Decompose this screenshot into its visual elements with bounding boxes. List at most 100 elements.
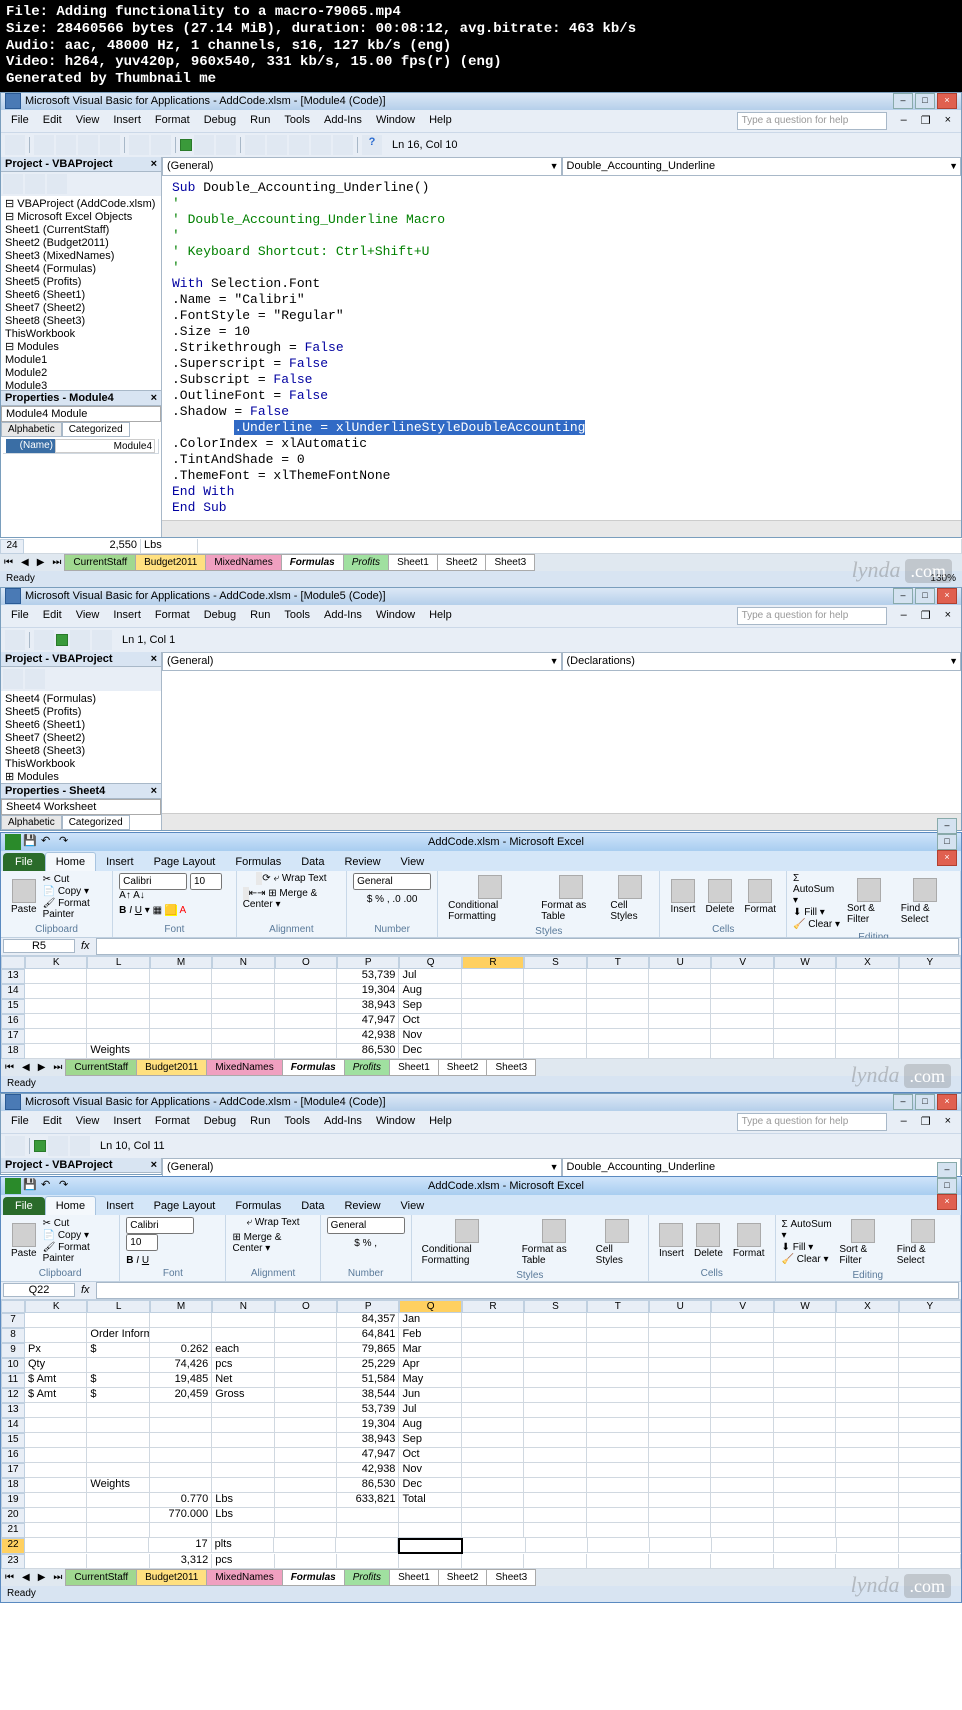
tab-file[interactable]: File: [3, 853, 45, 871]
cell[interactable]: [711, 999, 773, 1014]
worksheet-grid[interactable]: KL MN OP QR ST UV WX Y 1353,739Jul1419,3…: [1, 956, 961, 1059]
help-icon[interactable]: ?: [362, 135, 382, 155]
break-icon[interactable]: [70, 630, 90, 650]
mdi-restore[interactable]: ❐: [915, 1113, 937, 1131]
cell[interactable]: [524, 1403, 586, 1418]
cell[interactable]: [275, 1343, 337, 1358]
indent-dec-icon[interactable]: ⇤: [249, 888, 257, 899]
wrap-text-button[interactable]: ⤶ Wrap Text: [273, 873, 326, 884]
code-editor[interactable]: Sub Double_Accounting_Underline() ' ' Do…: [162, 176, 961, 520]
cell[interactable]: Aug: [399, 984, 461, 999]
project-tree[interactable]: ⊟ VBAProject (AddCode.xlsm) ⊟ Microsoft …: [1, 196, 161, 390]
cell[interactable]: [836, 1388, 898, 1403]
tab-categorized[interactable]: Categorized: [62, 815, 130, 830]
menu-tools[interactable]: Tools: [278, 607, 316, 625]
design-mode-icon[interactable]: [245, 135, 265, 155]
tab-data[interactable]: Data: [291, 1197, 334, 1215]
cell[interactable]: Gross: [212, 1388, 274, 1403]
cell[interactable]: [462, 1554, 524, 1569]
excel-icon[interactable]: [5, 1178, 21, 1194]
cell[interactable]: [649, 1343, 711, 1358]
tab-sheet1[interactable]: Sheet1: [389, 1059, 439, 1076]
view-excel-icon[interactable]: [5, 1136, 25, 1156]
cell[interactable]: Jan: [399, 1313, 461, 1328]
cell[interactable]: [649, 1508, 711, 1523]
tab-file[interactable]: File: [3, 1197, 45, 1215]
fmt-table-button[interactable]: Format as Table: [518, 1217, 590, 1268]
cell[interactable]: [462, 1014, 524, 1029]
cell[interactable]: [87, 969, 149, 984]
cell[interactable]: [836, 1523, 898, 1538]
tab-alphabetic[interactable]: Alphabetic: [1, 422, 62, 437]
copy-button[interactable]: 📄 Copy ▾: [43, 886, 107, 897]
cut-icon[interactable]: [56, 135, 76, 155]
cell[interactable]: [587, 1403, 649, 1418]
cell[interactable]: [774, 1343, 836, 1358]
cell[interactable]: [711, 1044, 773, 1059]
cell[interactable]: [524, 1478, 586, 1493]
cell[interactable]: Jul: [399, 969, 461, 984]
menu-run[interactable]: Run: [244, 112, 276, 130]
tab-sheet2[interactable]: Sheet2: [437, 554, 487, 571]
sheet-nav-next-icon[interactable]: ▶: [33, 557, 49, 568]
cell[interactable]: 42,938: [337, 1029, 399, 1044]
cell[interactable]: Lbs: [212, 1493, 274, 1508]
cell[interactable]: [587, 1508, 649, 1523]
cell[interactable]: 19,304: [337, 1418, 399, 1433]
cell[interactable]: [524, 1418, 586, 1433]
cell-unit[interactable]: Lbs: [141, 539, 198, 554]
cell[interactable]: [275, 1478, 337, 1493]
cell[interactable]: [774, 1358, 836, 1373]
font-size-combo[interactable]: [126, 1234, 158, 1251]
minimize-button[interactable]: –: [893, 93, 913, 109]
save-icon[interactable]: [34, 630, 54, 650]
cell[interactable]: [899, 1418, 961, 1433]
cell[interactable]: [462, 1418, 524, 1433]
cell[interactable]: [212, 969, 274, 984]
name-box[interactable]: R5: [3, 939, 75, 953]
close-button[interactable]: ×: [937, 588, 957, 604]
cell[interactable]: [587, 1014, 649, 1029]
tab-home[interactable]: Home: [45, 1196, 96, 1215]
table-row[interactable]: 1647,947Oct: [1, 1014, 961, 1029]
cell[interactable]: 51,584: [337, 1373, 399, 1388]
cell[interactable]: [836, 1029, 898, 1044]
name-box[interactable]: Q22: [3, 1283, 75, 1297]
tab-mixednames[interactable]: MixedNames: [205, 554, 281, 571]
maximize-button[interactable]: □: [937, 834, 957, 850]
menu-edit[interactable]: Edit: [37, 1113, 68, 1131]
fx-icon[interactable]: fx: [77, 1284, 94, 1296]
cell[interactable]: [212, 1523, 274, 1538]
menu-format[interactable]: Format: [149, 607, 196, 625]
cell[interactable]: 20,459: [150, 1388, 212, 1403]
reset-icon[interactable]: [92, 630, 112, 650]
redo-icon[interactable]: [151, 135, 171, 155]
cell[interactable]: [524, 1313, 586, 1328]
tab-profits[interactable]: Profits: [344, 1059, 390, 1076]
cell[interactable]: [25, 1478, 87, 1493]
cell[interactable]: [711, 1313, 773, 1328]
cell[interactable]: [212, 1044, 274, 1059]
cell[interactable]: [899, 1373, 961, 1388]
sheet-nav-prev-icon[interactable]: ◀: [18, 1572, 34, 1583]
border-button[interactable]: ▦: [153, 905, 162, 916]
cell[interactable]: $: [87, 1343, 149, 1358]
indent-inc-icon[interactable]: ⇥: [257, 888, 265, 899]
cell[interactable]: [462, 1448, 524, 1463]
menu-format[interactable]: Format: [149, 1113, 196, 1131]
fill-button[interactable]: ⬇ Fill ▾: [782, 1242, 834, 1253]
cell[interactable]: [836, 1463, 898, 1478]
mdi-min[interactable]: –: [895, 607, 913, 625]
cell[interactable]: Mar: [399, 1343, 461, 1358]
menu-debug[interactable]: Debug: [198, 607, 242, 625]
paste-button[interactable]: Paste: [7, 1221, 41, 1261]
mdi-close[interactable]: ×: [939, 1113, 957, 1131]
break-icon[interactable]: [48, 1136, 68, 1156]
cell[interactable]: [774, 1554, 836, 1569]
cell[interactable]: [25, 1448, 87, 1463]
cell[interactable]: [462, 1313, 524, 1328]
cell[interactable]: 86,530: [337, 1044, 399, 1059]
cell[interactable]: [711, 984, 773, 999]
cell[interactable]: [212, 1313, 274, 1328]
maximize-button[interactable]: □: [915, 1094, 935, 1110]
